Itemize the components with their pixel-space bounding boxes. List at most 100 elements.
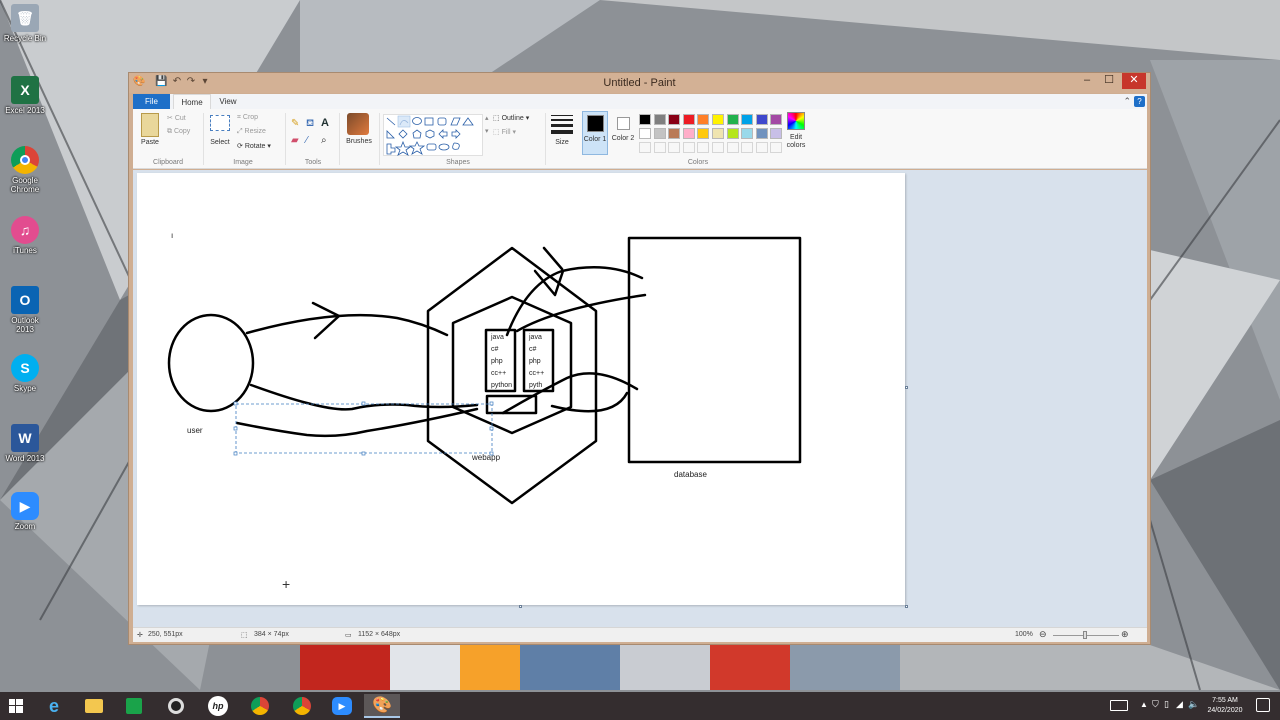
rotate-button[interactable]: ⟳ Rotate ▾: [237, 142, 271, 150]
security-icon[interactable]: ⛉: [1152, 699, 1159, 710]
fill-bucket-icon[interactable]: ⛾: [306, 118, 314, 131]
brushes-button[interactable]: Brushes: [341, 138, 377, 145]
palette-swatch[interactable]: [755, 128, 768, 139]
minimize-button[interactable]: –: [1076, 73, 1098, 89]
drawing-canvas[interactable]: ı user webapp database java c# php cc++ …: [137, 173, 905, 605]
size-icon[interactable]: [551, 115, 573, 134]
desktop-icon-recycle-bin[interactable]: 🗑 Recycle Bin: [2, 4, 48, 43]
desktop-icon-excel[interactable]: X Excel 2013: [2, 76, 48, 115]
magnifier-icon[interactable]: ⌕: [321, 135, 327, 146]
outline-button[interactable]: ⬚ Outline ▾: [493, 114, 529, 122]
color2-selector[interactable]: Color 2: [611, 111, 637, 155]
desktop-icon-word[interactable]: W Word 2013: [2, 424, 48, 463]
palette-empty-swatch[interactable]: [668, 142, 681, 153]
palette-swatch[interactable]: [682, 128, 695, 139]
color1-selector[interactable]: Color 1: [582, 111, 608, 155]
touch-keyboard-icon[interactable]: [1110, 700, 1128, 711]
palette-empty-swatch[interactable]: [682, 142, 695, 153]
palette-empty-swatch[interactable]: [755, 142, 768, 153]
palette-swatch[interactable]: [668, 114, 681, 125]
copy-button[interactable]: ⧉ Copy: [167, 128, 190, 136]
desktop-icon-zoom[interactable]: ▶ Zoom: [2, 492, 48, 531]
palette-swatch[interactable]: [741, 128, 754, 139]
palette-swatch[interactable]: [682, 114, 695, 125]
tools-group-label: Tools: [304, 159, 322, 166]
select-icon[interactable]: [210, 115, 230, 131]
desktop-icon-itunes[interactable]: ♫ iTunes: [2, 216, 48, 255]
tab-view[interactable]: View: [213, 94, 243, 109]
close-button[interactable]: ✕: [1122, 73, 1146, 89]
palette-empty-swatch[interactable]: [697, 142, 710, 153]
color-picker-icon[interactable]: ⁄: [306, 135, 308, 146]
palette-empty-swatch[interactable]: [712, 142, 724, 153]
palette-empty-swatch[interactable]: [639, 142, 651, 153]
network-icon[interactable]: ◢: [1176, 699, 1183, 710]
shapes-scroll-up[interactable]: ▴: [485, 114, 489, 122]
palette-swatch[interactable]: [755, 114, 768, 125]
tab-home[interactable]: Home: [173, 94, 211, 109]
cut-button[interactable]: ✂ Cut: [167, 114, 186, 122]
taskbar-store[interactable]: [116, 694, 152, 718]
palette-swatch[interactable]: [712, 128, 724, 139]
select-button[interactable]: Select: [207, 139, 233, 146]
palette-swatch[interactable]: [770, 114, 783, 125]
fill-button[interactable]: ⬚ Fill ▾: [493, 128, 516, 136]
tab-file[interactable]: File: [133, 94, 170, 109]
paste-icon[interactable]: [141, 113, 159, 137]
maximize-button[interactable]: ☐: [1098, 73, 1120, 89]
collapse-ribbon-icon[interactable]: ⌃: [1123, 96, 1131, 107]
canvas-resize-handle-right[interactable]: [905, 386, 908, 389]
clock[interactable]: 7:55 AM 24/02/2020: [1202, 696, 1248, 716]
palette-swatch[interactable]: [712, 114, 724, 125]
palette-swatch[interactable]: [697, 128, 710, 139]
palette-swatch[interactable]: [639, 114, 651, 125]
palette-swatch[interactable]: [668, 128, 681, 139]
zoom-in-button[interactable]: ⊕: [1121, 629, 1129, 640]
crop-button[interactable]: ⌗ Crop: [237, 114, 258, 122]
edit-colors-button[interactable]: Edit colors: [781, 134, 811, 150]
palette-swatch[interactable]: [639, 128, 651, 139]
shapes-scroll-down[interactable]: ▾: [485, 127, 489, 135]
desktop-icon-chrome[interactable]: Google Chrome: [2, 146, 48, 194]
palette-empty-swatch[interactable]: [726, 142, 739, 153]
excel-icon: X: [11, 76, 39, 104]
eraser-icon[interactable]: ▰: [291, 135, 299, 146]
size-button[interactable]: Size: [547, 139, 577, 146]
taskbar-chrome-1[interactable]: [242, 694, 278, 718]
power-icon[interactable]: ▯: [1164, 699, 1169, 710]
palette-swatch[interactable]: [726, 128, 739, 139]
taskbar-hp[interactable]: hp: [200, 694, 236, 718]
action-center-icon[interactable]: [1256, 698, 1270, 712]
zoom-out-button[interactable]: ⊖: [1039, 629, 1047, 640]
palette-swatch[interactable]: [653, 128, 666, 139]
taskbar-file-explorer[interactable]: [76, 694, 112, 718]
pencil-icon[interactable]: ✎: [291, 118, 299, 129]
palette-swatch[interactable]: [741, 114, 754, 125]
palette-swatch[interactable]: [653, 114, 666, 125]
zoom-slider-thumb[interactable]: [1083, 631, 1087, 639]
palette-empty-swatch[interactable]: [741, 142, 754, 153]
canvas-resize-handle-bottom[interactable]: [519, 605, 522, 608]
taskbar-chrome-2[interactable]: [284, 694, 320, 718]
taskbar-ie[interactable]: e: [36, 694, 72, 718]
title-bar[interactable]: 🎨 💾 ↶ ↷ ▾ Untitled - Paint – ☐ ✕: [129, 73, 1150, 93]
taskbar-app[interactable]: [158, 694, 194, 718]
start-button[interactable]: [0, 694, 32, 718]
desktop-icon-outlook[interactable]: O Outlook 2013: [2, 286, 48, 334]
desktop-icon-skype[interactable]: S Skype: [2, 354, 48, 393]
resize-button[interactable]: ⤢ Resize: [237, 128, 266, 136]
palette-empty-swatch[interactable]: [653, 142, 666, 153]
help-icon[interactable]: ?: [1134, 96, 1145, 107]
canvas-resize-handle-corner[interactable]: [905, 605, 908, 608]
paste-button[interactable]: Paste: [138, 139, 162, 146]
taskbar-zoom[interactable]: ▶: [324, 694, 360, 718]
text-icon[interactable]: A: [321, 117, 329, 129]
show-hidden-icons[interactable]: ▲: [1140, 700, 1148, 709]
shapes-gallery[interactable]: [383, 114, 483, 156]
taskbar-paint[interactable]: 🎨: [364, 694, 400, 718]
volume-icon[interactable]: 🔈: [1188, 699, 1199, 710]
brushes-icon[interactable]: [347, 113, 369, 135]
palette-swatch[interactable]: [726, 114, 739, 125]
edit-colors-icon[interactable]: [787, 112, 805, 130]
palette-swatch[interactable]: [697, 114, 710, 125]
